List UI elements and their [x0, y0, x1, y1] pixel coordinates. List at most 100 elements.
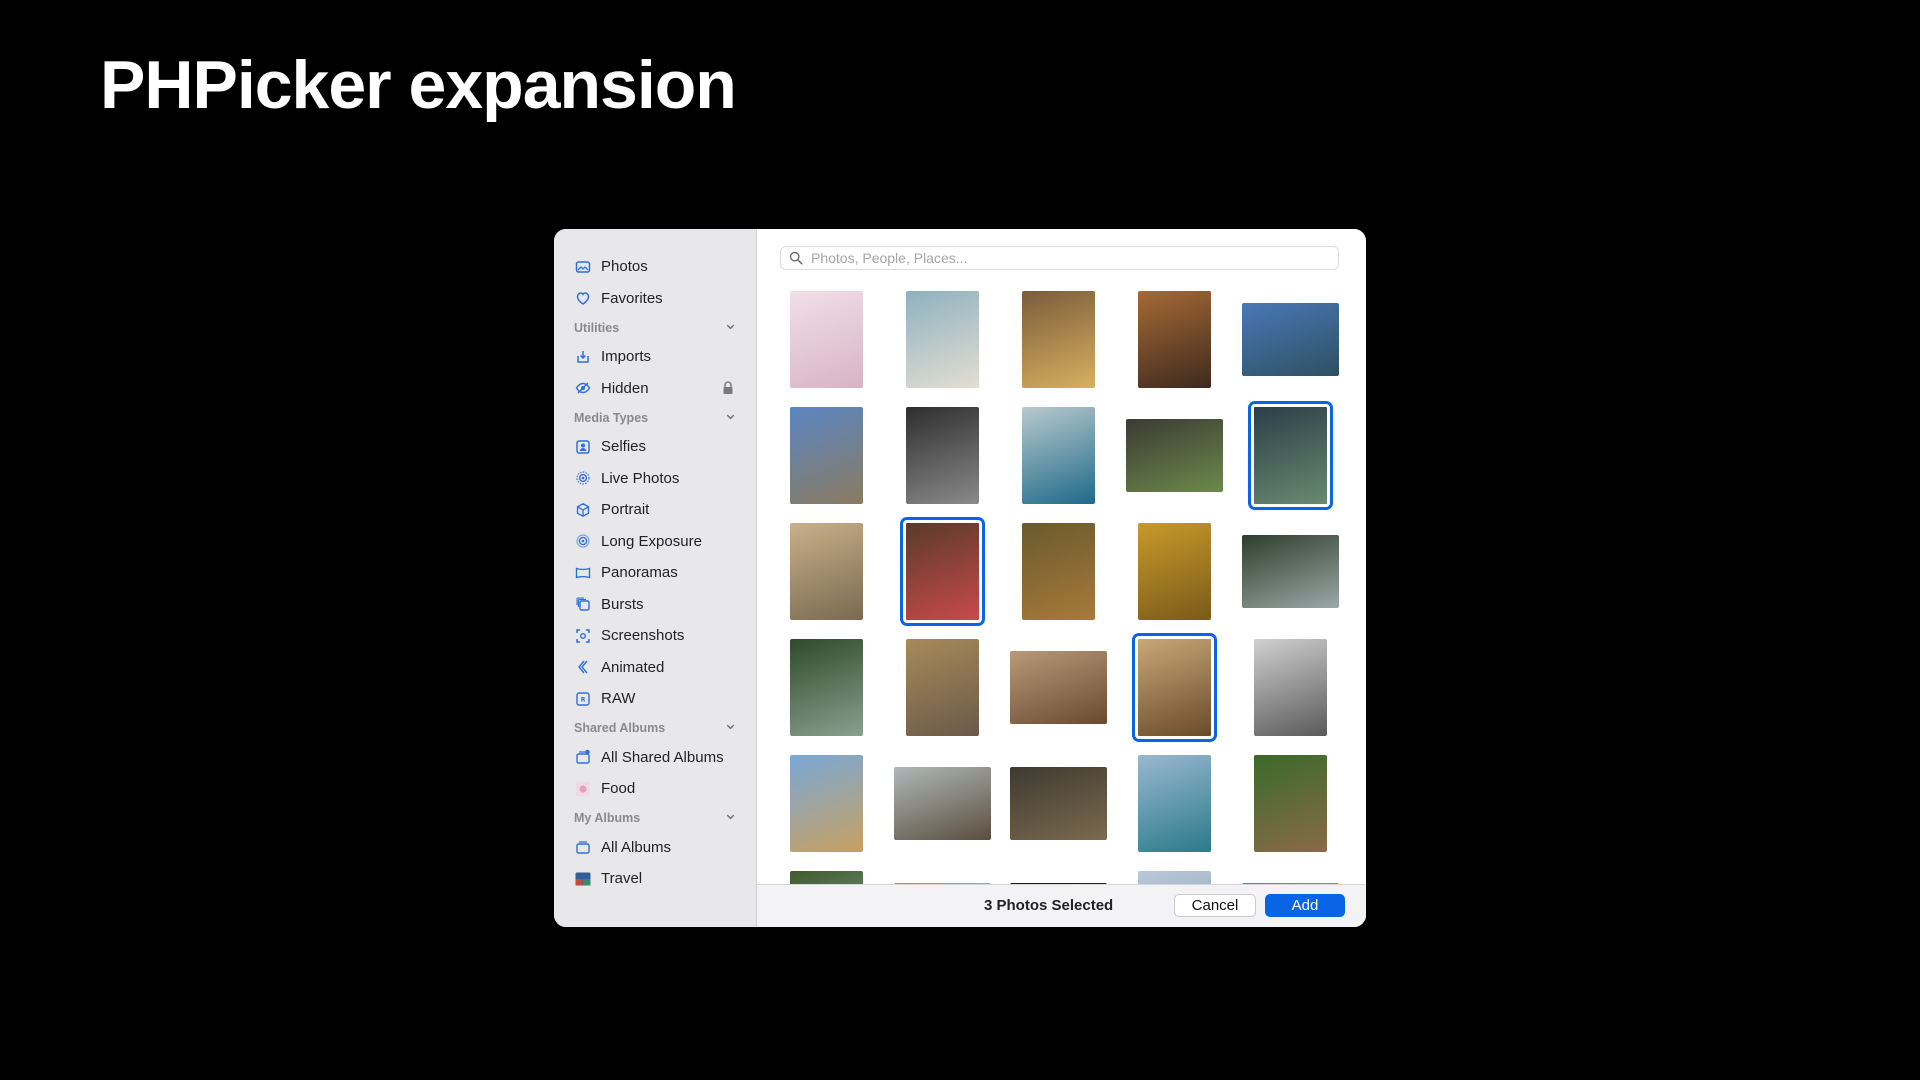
photo-thumbnail[interactable] — [768, 629, 884, 745]
sidebar-item-label: Food — [601, 780, 636, 798]
photo-image — [905, 638, 979, 736]
albums-icon — [574, 838, 592, 856]
sidebar-section-title: Media Types — [574, 410, 649, 425]
photo-thumbnail[interactable] — [1116, 281, 1232, 397]
photo-thumbnail[interactable] — [768, 281, 884, 397]
chevron-down-icon — [725, 811, 736, 825]
sidebar-item-all-albums[interactable]: All Albums — [554, 832, 756, 864]
panorama-icon — [574, 564, 592, 582]
sidebar-item-label: Hidden — [601, 379, 649, 397]
sidebar-item-raw[interactable]: R RAW — [554, 683, 756, 715]
sidebar-item-long-exposure[interactable]: Long Exposure — [554, 526, 756, 558]
photo-thumbnail[interactable] — [1116, 513, 1232, 629]
photo-image — [1247, 400, 1333, 510]
shared-albums-icon — [574, 748, 592, 766]
photo-picker-window: Photos Favorites Utilities Imports Hidden Med… — [554, 229, 1366, 927]
photo-thumbnail[interactable] — [1232, 513, 1348, 629]
import-icon — [574, 348, 592, 366]
sidebar-section-media-types[interactable]: Media Types — [554, 404, 756, 431]
sidebar-section-my-albums[interactable]: My Albums — [554, 805, 756, 832]
cancel-button[interactable]: Cancel — [1174, 894, 1256, 917]
photo-image — [789, 638, 863, 736]
photo-thumbnail[interactable] — [1000, 513, 1116, 629]
add-button[interactable]: Add — [1265, 894, 1345, 917]
photo-grid[interactable] — [757, 281, 1366, 914]
sidebar-item-travel[interactable]: Travel — [554, 863, 756, 895]
search-field[interactable] — [780, 246, 1339, 270]
photo-thumbnail[interactable] — [1116, 397, 1232, 513]
svg-text:R: R — [581, 696, 586, 703]
photo-image — [899, 516, 985, 626]
sidebar-item-photos[interactable]: Photos — [554, 251, 756, 283]
sidebar-section-title: Shared Albums — [574, 721, 666, 735]
photo-image — [1137, 522, 1211, 620]
photo-thumbnail[interactable] — [1232, 281, 1348, 397]
photo-image — [905, 290, 979, 388]
long-exposure-icon — [574, 532, 592, 550]
sidebar-item-label: All Shared Albums — [601, 748, 724, 766]
sidebar-item-label: Screenshots — [601, 627, 685, 645]
photo-image — [1137, 290, 1211, 388]
photo-thumbnail[interactable] — [1000, 629, 1116, 745]
photo-thumbnail-selected[interactable] — [1232, 397, 1348, 513]
photo-thumbnail[interactable] — [768, 513, 884, 629]
sidebar-item-animated[interactable]: Animated — [554, 652, 756, 684]
photo-thumbnail[interactable] — [884, 281, 1000, 397]
sidebar-item-food[interactable]: Food — [554, 773, 756, 805]
photo-thumbnail[interactable] — [1232, 629, 1348, 745]
bottom-bar: 3 Photos Selected Cancel Add — [757, 884, 1366, 927]
heart-icon — [574, 289, 592, 307]
photo-image — [1241, 534, 1339, 608]
chevron-down-icon — [725, 321, 736, 335]
sidebar-section-title: My Albums — [574, 811, 641, 825]
travel-album-icon — [574, 870, 592, 888]
sidebar-item-label: Live Photos — [601, 469, 680, 487]
photo-content: 3 Photos Selected Cancel Add — [757, 229, 1366, 927]
photo-thumbnail[interactable] — [768, 745, 884, 861]
photo-image — [1253, 638, 1327, 736]
sidebar-item-panoramas[interactable]: Panoramas — [554, 557, 756, 589]
photo-thumbnail[interactable] — [1000, 745, 1116, 861]
search-icon — [789, 251, 803, 265]
photo-thumbnail-selected[interactable] — [884, 513, 1000, 629]
food-album-icon — [574, 780, 592, 798]
eye-slash-icon — [574, 379, 592, 397]
sidebar-item-label: Photos — [601, 258, 648, 276]
sidebar-item-favorites[interactable]: Favorites — [554, 283, 756, 315]
sidebar-item-live-photos[interactable]: Live Photos — [554, 463, 756, 495]
cube-icon — [574, 501, 592, 519]
sidebar-item-hidden[interactable]: Hidden — [554, 373, 756, 405]
sidebar-item-screenshots[interactable]: Screenshots — [554, 620, 756, 652]
photo-image — [1021, 290, 1095, 388]
sidebar-item-label: Imports — [601, 348, 652, 366]
photo-thumbnail[interactable] — [768, 397, 884, 513]
photo-thumbnail[interactable] — [884, 629, 1000, 745]
photo-image — [1131, 632, 1217, 742]
sidebar-item-selfies[interactable]: Selfies — [554, 431, 756, 463]
sidebar-item-all-shared-albums[interactable]: All Shared Albums — [554, 742, 756, 774]
photo-thumbnail[interactable] — [884, 397, 1000, 513]
photo-image — [905, 406, 979, 504]
sidebar-item-label: Long Exposure — [601, 532, 702, 550]
photo-thumbnail-selected[interactable] — [1116, 629, 1232, 745]
sidebar: Photos Favorites Utilities Imports Hidden Med… — [554, 229, 757, 927]
photo-thumbnail[interactable] — [1232, 745, 1348, 861]
selection-count: 3 Photos Selected — [984, 897, 1114, 914]
sidebar-item-label: All Albums — [601, 838, 672, 856]
photo-thumbnail[interactable] — [1116, 745, 1232, 861]
search-input[interactable] — [809, 249, 1313, 267]
lock-icon — [722, 380, 734, 399]
photo-thumbnail[interactable] — [884, 745, 1000, 861]
sidebar-item-portrait[interactable]: Portrait — [554, 494, 756, 526]
screenshot-icon — [574, 627, 592, 645]
photo-thumbnail[interactable] — [1000, 397, 1116, 513]
sidebar-section-shared-albums[interactable]: Shared Albums — [554, 715, 756, 742]
sidebar-section-utilities[interactable]: Utilities — [554, 314, 756, 341]
sidebar-item-imports[interactable]: Imports — [554, 341, 756, 373]
sidebar-item-label: RAW — [601, 690, 636, 708]
photo-thumbnail[interactable] — [1000, 281, 1116, 397]
sidebar-item-bursts[interactable]: Bursts — [554, 589, 756, 621]
sidebar-item-label: Selfies — [601, 438, 647, 456]
chevron-down-icon — [725, 411, 736, 425]
photo-image — [1137, 754, 1211, 852]
